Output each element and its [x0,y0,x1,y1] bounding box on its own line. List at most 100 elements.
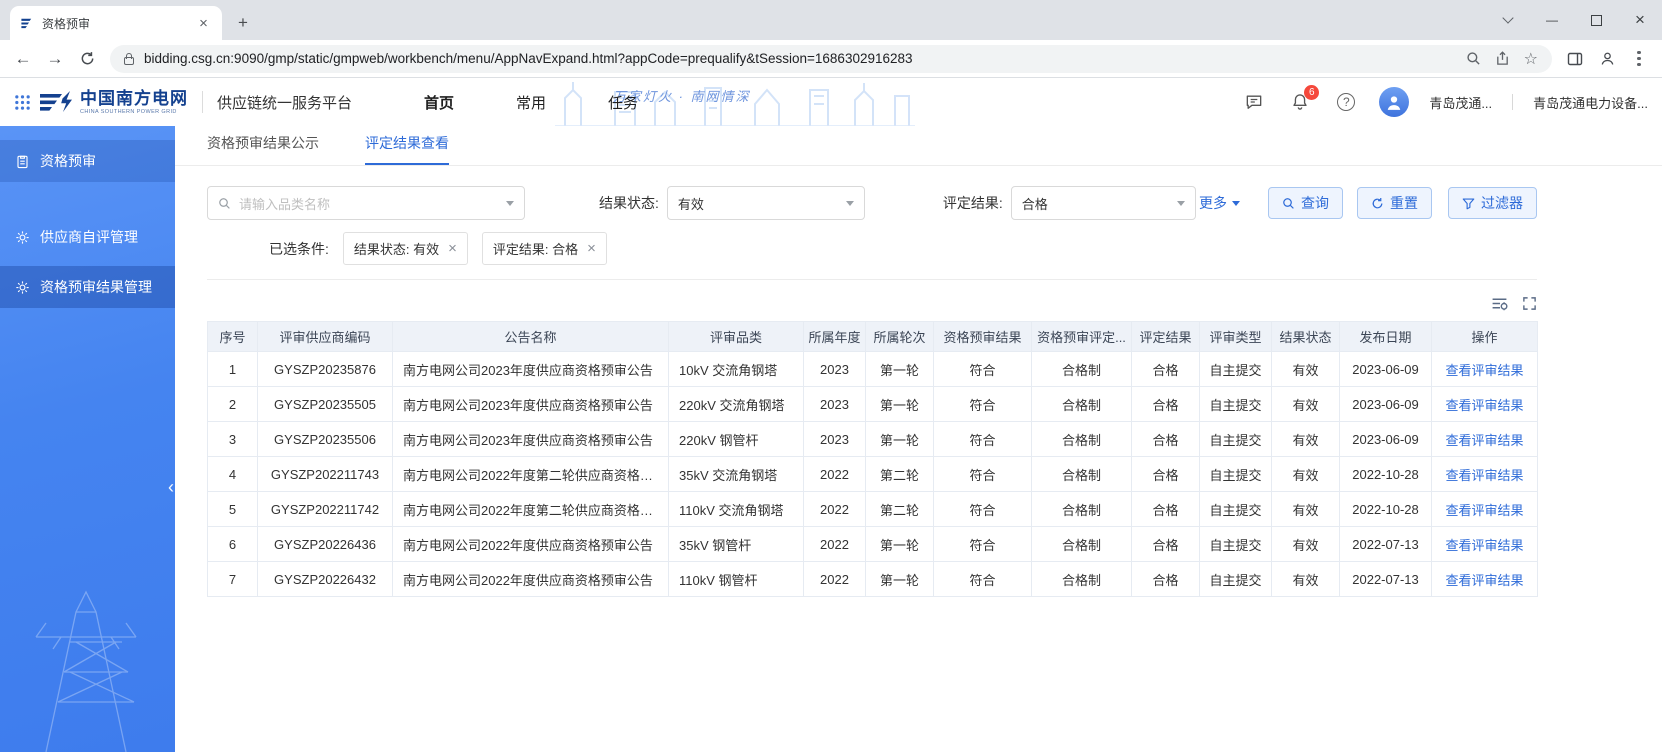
table-cell: 合格 [1131,456,1200,492]
table-cell: 2022-07-13 [1339,561,1432,597]
browser-menu-icon[interactable] [1624,44,1654,74]
message-icon[interactable] [1241,89,1267,115]
table-cell: 自主提交 [1199,351,1272,387]
tab-evaluation-results[interactable]: 评定结果查看 [365,133,449,165]
table-cell: 2023-06-09 [1339,421,1432,457]
close-button[interactable] [1618,0,1662,40]
table-cell: 南方电网公司2022年度第二轮供应商资格预审公... [392,491,669,527]
minimize-button[interactable] [1530,0,1574,40]
tab-search-icon[interactable] [1486,0,1530,40]
filter-button[interactable]: 过滤器 [1448,187,1537,219]
table-cell-action: 查看评审结果 [1431,351,1538,387]
view-result-link[interactable]: 查看评审结果 [1445,398,1523,413]
table-cell: 6 [207,526,258,562]
user-name[interactable]: 青岛茂通... [1429,93,1492,112]
sidebar-item-self-evaluation[interactable]: 供应商自评管理 [0,216,175,258]
table-cell: 2023 [803,351,866,387]
table-header-row: 序号 评审供应商编码 公告名称 评审品类 所属年度 所属轮次 资格预审结果 资格预审评定...… [207,321,1538,352]
table-cell: 2023 [803,421,866,457]
column-header: 评审供应商编码 [257,321,393,352]
category-search-select[interactable]: 请输入品类名称 [207,186,525,220]
company-name[interactable]: 青岛茂通电力设备... [1533,93,1648,112]
table-cell: 有效 [1271,386,1340,422]
view-result-link[interactable]: 查看评审结果 [1445,468,1523,483]
query-label: 查询 [1301,195,1329,211]
address-bar[interactable]: bidding.csg.cn:9090/gmp/static/gmpweb/wo… [110,44,1552,73]
table-cell: 合格制 [1031,526,1132,562]
chip-close-icon[interactable] [448,241,457,256]
maximize-button[interactable] [1574,0,1618,40]
reset-button[interactable]: 重置 [1357,187,1432,219]
table-cell: 合格 [1131,386,1200,422]
table-cell: 有效 [1271,456,1340,492]
help-icon[interactable] [1333,89,1359,115]
gear-icon [16,280,29,294]
sidebar-item-prequalification[interactable]: 资格预审 [0,140,175,182]
nav-common[interactable]: 常用 [516,92,546,113]
result-label: 评定结果: [942,195,1003,211]
column-header: 资格预审评定... [1031,321,1132,352]
table-cell: 合格 [1131,561,1200,597]
notification-bell-icon[interactable]: 6 [1287,85,1320,115]
condition-chip-result: 评定结果: 合格 [481,232,607,265]
fullscreen-icon[interactable] [1522,296,1537,311]
back-icon[interactable]: ← [8,44,38,74]
browser-tab[interactable]: 资格预审 [10,6,222,40]
gear-icon [16,230,29,244]
section-divider [207,279,1537,280]
search-placeholder: 请输入品类名称 [239,196,331,212]
browser-profile-icon[interactable] [1592,44,1622,74]
sidebar-collapse-icon[interactable] [168,478,174,496]
table-cell: 1 [207,351,258,387]
chevron-down-icon [506,200,514,206]
share-icon[interactable] [1495,51,1510,66]
new-tab-button[interactable] [230,10,256,36]
query-button[interactable]: 查询 [1268,187,1343,219]
table-cell: 符合 [933,351,1032,387]
status-select[interactable]: 有效 [666,186,865,220]
table-cell-action: 查看评审结果 [1431,526,1538,562]
table-cell: 合格制 [1031,491,1132,527]
table-cell: 符合 [933,421,1032,457]
result-select[interactable]: 合格 [1010,186,1196,220]
tab-public-results[interactable]: 资格预审结果公示 [207,133,319,165]
side-panel-icon[interactable] [1560,44,1590,74]
table-cell: 自主提交 [1199,561,1272,597]
table-cell: 南方电网公司2022年度第二轮供应商资格预审公... [392,456,669,492]
column-settings-icon[interactable] [1491,295,1508,312]
bookmark-star-icon[interactable]: ☆ [1524,49,1538,69]
notification-badge: 6 [1304,85,1320,100]
table-cell: 220kV 交流角钢塔 [668,386,804,422]
table-cell: GYSZP20235876 [257,351,393,387]
reload-icon[interactable] [72,44,102,74]
window-controls [1486,0,1662,40]
view-result-link[interactable]: 查看评审结果 [1445,503,1523,518]
column-header: 资格预审结果 [933,321,1032,352]
table-row: 5 GYSZP202211742 南方电网公司2022年度第二轮供应商资格预审公..… [207,491,1538,527]
more-filters-link[interactable]: 更多 [1199,193,1240,213]
view-result-link[interactable]: 查看评审结果 [1445,363,1523,378]
view-result-link[interactable]: 查看评审结果 [1445,433,1523,448]
table-cell: GYSZP202211743 [257,456,393,492]
nav-home[interactable]: 首页 [424,92,454,113]
table-cell: 3 [207,421,258,457]
view-result-link[interactable]: 查看评审结果 [1445,538,1523,553]
sidebar-item-result-management[interactable]: 资格预审结果管理 [0,266,175,308]
tab-close-icon[interactable] [195,15,212,32]
apps-grid-icon[interactable] [14,94,31,111]
chip-close-icon[interactable] [587,241,596,256]
table-cell: 第一轮 [865,351,934,387]
top-nav: 首页 常用 任务 [424,92,638,113]
table-cell: 2023-06-09 [1339,386,1432,422]
table-cell-action: 查看评审结果 [1431,491,1538,527]
view-result-link[interactable]: 查看评审结果 [1445,573,1523,588]
forward-icon[interactable]: → [40,44,70,74]
nav-tasks[interactable]: 任务 [608,92,638,113]
table-cell: 35kV 交流角钢塔 [668,456,804,492]
chevron-down-icon [845,200,854,206]
column-header: 评定结果 [1131,321,1200,352]
user-avatar[interactable] [1379,87,1410,117]
column-header: 序号 [207,321,258,352]
header-divider [202,91,203,113]
zoom-icon[interactable] [1466,51,1481,66]
